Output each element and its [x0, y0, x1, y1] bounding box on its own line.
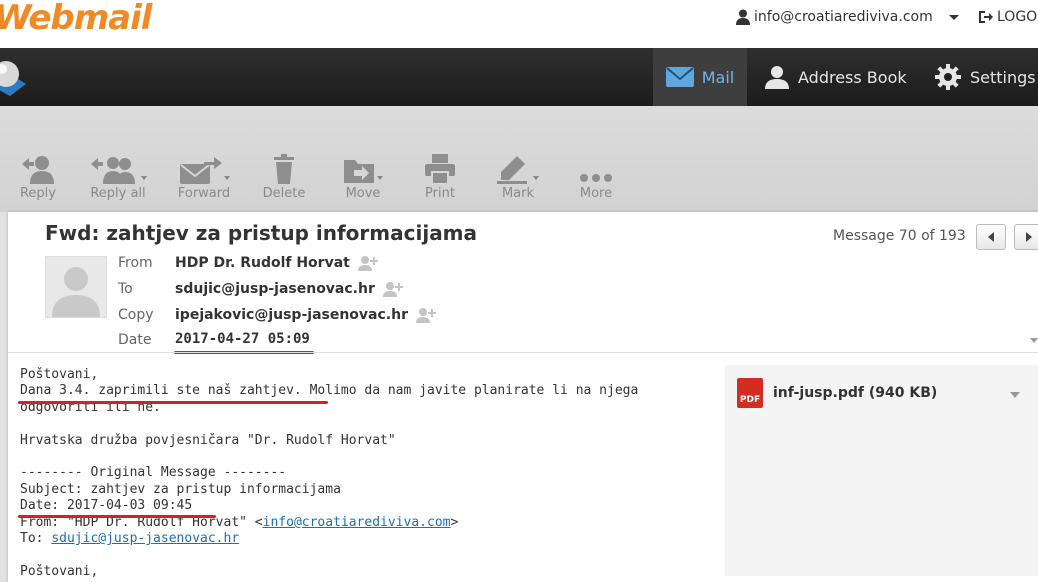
attachment-menu-icon[interactable] — [1010, 392, 1020, 398]
header-divider — [8, 352, 1038, 353]
address-book-icon — [765, 66, 789, 89]
user-email: info@croatiarediviva.com — [754, 9, 933, 25]
from-label: From — [118, 255, 153, 271]
header-toggle-icon[interactable] — [1030, 338, 1038, 343]
message-toolbar: Reply Reply all Forward Delete Move Prin… — [0, 106, 1038, 212]
message-body: Poštovani, Dana 3.4. zaprimili ste naš z… — [20, 367, 639, 579]
next-message-button[interactable] — [1014, 224, 1038, 250]
attachment-name: inf-jusp.pdf (940 KB) — [773, 385, 938, 401]
mark-button[interactable]: Mark — [494, 152, 542, 201]
forward-icon — [180, 157, 222, 184]
nav-settings-label: Settings — [970, 67, 1036, 87]
forward-button[interactable]: Forward — [174, 152, 234, 201]
add-contact-icon[interactable] — [382, 281, 404, 297]
sender-name[interactable]: HDP Dr. Rudolf Horvat — [175, 255, 350, 271]
annotation-underline — [18, 401, 328, 404]
message-subject: Fwd: zahtjev za pristup informacijama — [45, 221, 478, 245]
nav-mail-label: Mail — [701, 67, 735, 87]
gear-icon — [935, 64, 961, 90]
roundcube-orb-icon — [0, 61, 26, 96]
ellipsis-icon — [580, 174, 612, 182]
top-header: Webmail info@croatiarediviva.com LOGOUT — [0, 0, 1038, 48]
delete-button[interactable]: Delete — [260, 152, 308, 201]
trash-icon — [274, 154, 294, 184]
marker-pen-icon — [497, 156, 527, 184]
nav-settings[interactable]: Settings — [934, 48, 1036, 106]
to-value: sdujic@jusp-jasenovac.hr — [175, 281, 404, 297]
chevron-right-icon — [1026, 232, 1032, 242]
email-link[interactable]: info@croatiarediviva.com — [263, 515, 451, 530]
chevron-left-icon — [988, 232, 994, 242]
contact-placeholder-icon — [52, 267, 100, 317]
sender-avatar — [45, 256, 107, 318]
webmail-logo[interactable]: Webmail — [0, 0, 152, 38]
date-label: Date — [118, 332, 152, 348]
message-counter: Message 70 of 193 — [833, 228, 966, 244]
previous-message-button[interactable] — [976, 224, 1006, 250]
logout-label: LOGOUT — [997, 9, 1038, 25]
folder-move-icon — [344, 160, 374, 183]
recipient-email[interactable]: sdujic@jusp-jasenovac.hr — [175, 281, 375, 297]
main-navigation: Mail Address Book Settings — [0, 48, 1038, 106]
attachment-item[interactable]: PDF inf-jusp.pdf (940 KB) — [737, 378, 937, 408]
user-account-menu[interactable]: info@croatiarediviva.com — [736, 9, 959, 25]
add-contact-icon[interactable] — [415, 307, 437, 323]
chevron-down-icon — [948, 14, 959, 20]
nav-mail[interactable]: Mail — [653, 48, 747, 106]
logout-icon — [979, 11, 993, 23]
date-value: 2017-04-27 05:09 — [175, 331, 310, 347]
user-icon — [736, 9, 750, 25]
reply-icon — [22, 156, 54, 184]
logout-button[interactable]: LOGOUT — [978, 9, 1038, 25]
print-button[interactable]: Print — [420, 152, 460, 201]
reply-all-button[interactable]: Reply all — [86, 152, 150, 201]
pdf-file-icon: PDF — [737, 378, 763, 408]
cc-email[interactable]: ipejakovic@jusp-jasenovac.hr — [175, 307, 408, 323]
reply-all-icon — [91, 157, 135, 184]
copy-value: ipejakovic@jusp-jasenovac.hr — [175, 307, 437, 323]
nav-address-book[interactable]: Address Book — [764, 48, 907, 106]
nav-address-book-label: Address Book — [798, 67, 907, 87]
add-contact-icon[interactable] — [357, 255, 379, 271]
more-button[interactable]: More — [576, 152, 616, 201]
move-button[interactable]: Move — [340, 152, 386, 201]
email-link[interactable]: sdujic@jusp-jasenovac.hr — [51, 531, 239, 546]
to-label: To — [118, 281, 133, 297]
reply-button[interactable]: Reply — [18, 152, 58, 201]
message-list-edge — [0, 212, 8, 582]
printer-icon — [425, 154, 455, 184]
annotation-underline — [18, 515, 216, 518]
mail-icon — [665, 67, 694, 87]
copy-label: Copy — [118, 307, 154, 323]
from-value: HDP Dr. Rudolf Horvat — [175, 255, 379, 271]
